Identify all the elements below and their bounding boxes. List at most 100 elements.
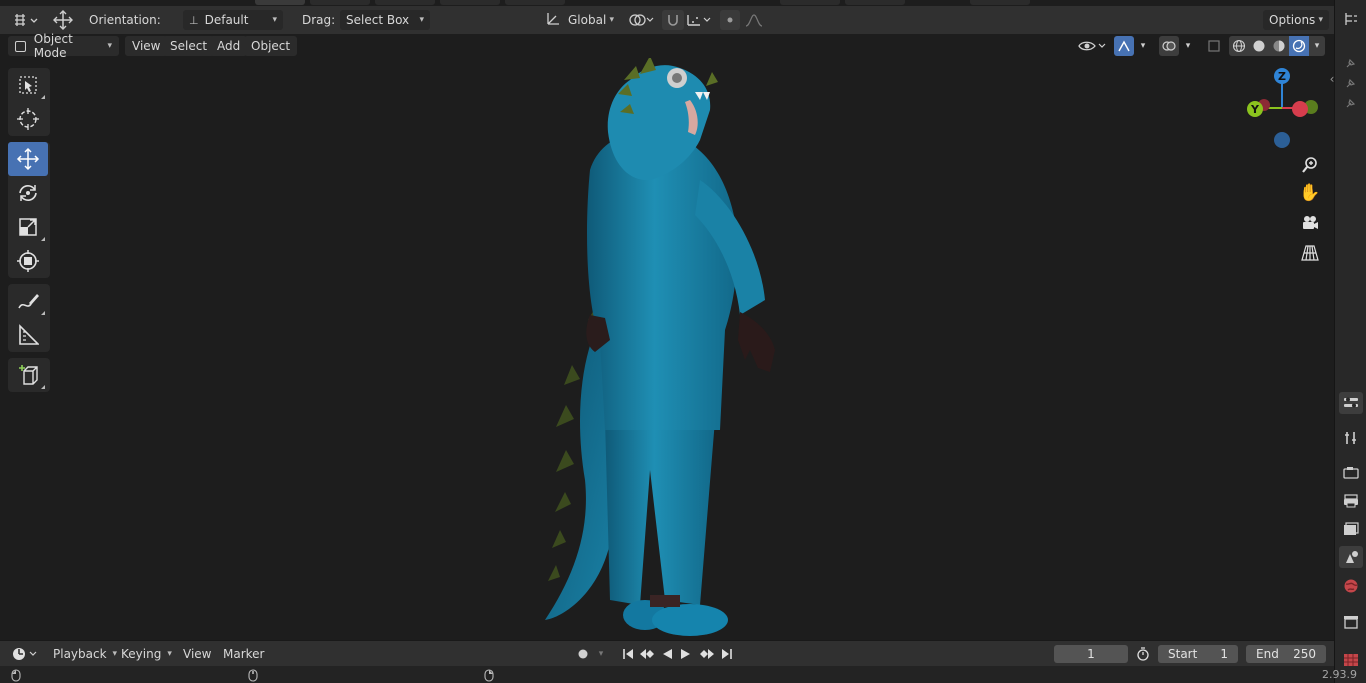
gizmo-z-label: Z [1278,70,1286,83]
output-properties-icon[interactable] [1339,490,1363,512]
3d-viewport[interactable]: Z Y ✋ [0,58,1334,638]
dino-costume-character [545,58,775,636]
solid-shading-icon[interactable] [1249,36,1269,56]
render-properties-icon[interactable] [1339,462,1363,484]
cursor-tool[interactable] [8,102,48,136]
pan-hand-icon[interactable]: ✋ [1297,180,1323,206]
zoom-icon[interactable] [1297,152,1323,178]
timeline-menu-keying[interactable]: Keying ▾ [114,644,179,664]
gizmo-y-label: Y [1250,103,1260,116]
mouse-right-icon [483,668,495,682]
orientation-label: Orientation: [89,13,161,27]
snap-icon[interactable] [662,10,684,30]
menu-object[interactable]: Object [244,36,298,56]
wireframe-shading-icon[interactable] [1229,36,1249,56]
gizmo-neg-z-axis [1274,132,1290,148]
drag-label: Drag: [302,13,336,27]
object-mode-icon [15,40,26,52]
menu-add[interactable]: Add [210,36,248,56]
orientation-dropdown[interactable]: ⊥ Default ▾ [183,10,283,30]
timeline-header: Playback ▾ Keying ▾ View Marker ▾ 1 Star… [0,640,1334,666]
timeline-menu-marker[interactable]: Marker [216,644,271,664]
camera-view-icon[interactable] [1297,210,1323,236]
move-tool[interactable] [8,142,48,176]
pivot-point-icon[interactable] [627,10,657,30]
chevron-down-icon: ▾ [167,649,172,659]
timeline-editor-icon[interactable] [10,644,40,664]
rotate-tool[interactable] [8,176,48,210]
outliner-icon[interactable] [1339,8,1363,30]
proportional-edit-icon[interactable] [720,10,740,30]
gizmo-dropdown-icon[interactable]: ▾ [1135,36,1151,56]
chevron-down-icon: ▾ [272,15,277,25]
scene-properties-icon[interactable] [1339,546,1363,568]
add-cube-icon [19,365,38,385]
world-properties-icon[interactable] [1339,575,1363,597]
transform-tool[interactable] [8,244,48,278]
collection-properties-icon[interactable] [1339,611,1363,633]
timeline-menu-view[interactable]: View [176,644,218,664]
collapse-arrow-icon[interactable]: ‹ [1325,68,1339,90]
current-frame-value: 1 [1087,647,1095,661]
pin-icon-3[interactable] [1339,92,1363,114]
texture-properties-icon[interactable] [1339,653,1363,667]
start-frame-label: Start [1168,647,1198,661]
editor-type-icon[interactable] [10,9,40,31]
material-shading-icon[interactable] [1269,36,1289,56]
shading-dropdown-icon[interactable]: ▾ [1309,36,1325,56]
snap-target-icon[interactable] [685,10,715,30]
start-frame-field[interactable]: Start 1 [1158,645,1238,663]
annotate-tool[interactable] [8,284,48,318]
pin-icon-1[interactable] [1339,52,1363,74]
jump-keyframe-forward-icon[interactable] [697,645,717,663]
view-layer-icon[interactable] [1339,518,1363,540]
rendered-shading-icon[interactable] [1289,36,1309,56]
properties-sidebar: ‹ [1330,0,1366,683]
navigation-gizmo[interactable]: Z Y [1240,64,1330,154]
menu-view[interactable]: View [125,36,168,56]
current-frame-field[interactable]: 1 [1054,645,1128,663]
status-bar [0,666,1334,683]
add-cube-tool[interactable] [8,358,48,392]
perspective-grid-icon[interactable] [1297,240,1323,266]
properties-editor-icon[interactable] [1339,392,1363,414]
options-dropdown[interactable]: Options ▾ [1263,10,1329,30]
end-frame-value: 250 [1293,647,1316,661]
global-axes-icon [546,12,560,29]
visibility-icon[interactable] [1076,36,1110,56]
keying-label: Keying [121,647,162,661]
falloff-curve-icon[interactable] [742,10,770,30]
timeline-menu-playback[interactable]: Playback ▾ [46,644,124,664]
jump-end-icon[interactable] [718,645,736,663]
viewport-menu-row: Object Mode ▾ View Select Add Object ▾ ▾… [0,32,1334,60]
version-label: 2.93.9 [1322,668,1357,681]
play-reverse-icon[interactable] [658,645,676,663]
stopwatch-icon[interactable] [1133,645,1153,663]
keying-dropdown-icon[interactable]: ▾ [594,645,608,663]
tool-settings-icon[interactable] [1339,427,1363,449]
mode-dropdown[interactable]: Object Mode ▾ [8,32,119,60]
pin-icon-2[interactable] [1339,72,1363,94]
select-box-tool[interactable] [8,68,48,102]
transform-orientation-dropdown[interactable]: Global ▾ [540,10,620,30]
playback-label: Playback [53,647,107,661]
select-box-icon [19,76,37,94]
transform-pivot-icon[interactable] [50,9,76,31]
measure-tool[interactable] [8,318,48,352]
end-frame-field[interactable]: End 250 [1246,645,1326,663]
auto-keying-icon[interactable] [572,645,594,663]
gizmo-x-axis [1292,101,1308,117]
gizmo-toggle-icon[interactable] [1114,36,1134,56]
xray-toggle-icon[interactable] [1204,36,1224,56]
overlay-dropdown-icon[interactable]: ▾ [1180,36,1196,56]
play-icon[interactable] [677,645,695,663]
jump-keyframe-back-icon[interactable] [637,645,657,663]
end-frame-label: End [1256,647,1279,661]
overlay-toggle-icon[interactable] [1159,36,1179,56]
scale-tool[interactable] [8,210,48,244]
chevron-down-icon: ▾ [107,41,112,51]
jump-start-icon[interactable] [619,645,637,663]
mouse-middle-icon [247,668,259,682]
drag-dropdown[interactable]: Select Box ▾ [340,10,430,30]
menu-select[interactable]: Select [163,36,215,56]
